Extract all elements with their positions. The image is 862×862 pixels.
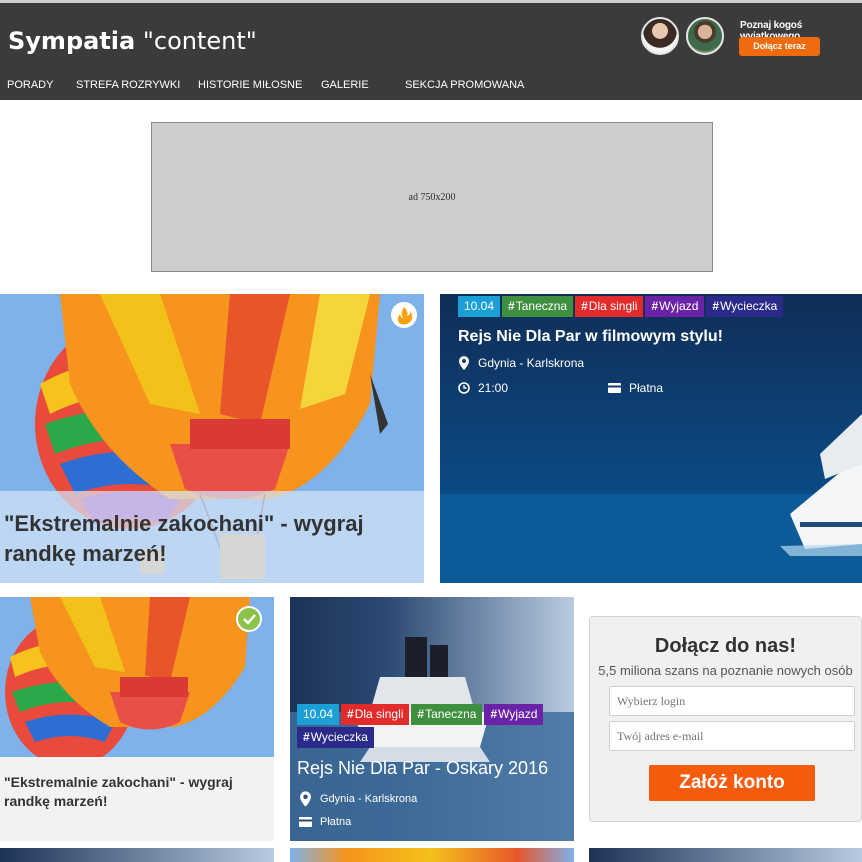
event-tag-label: Wycieczka [720, 299, 778, 313]
event-title[interactable]: Rejs Nie Dla Par w filmowym stylu! [458, 328, 723, 346]
event-tag[interactable]: #Taneczna [411, 704, 483, 725]
event-tag-label: Wyjazd [498, 707, 538, 721]
avatar-woman[interactable] [641, 17, 679, 55]
create-account-button[interactable]: Załóż konto [649, 765, 815, 801]
feature-caption-small: "Ekstremalnie zakochani" - wygraj randkę… [0, 757, 274, 841]
card-icon [608, 383, 621, 393]
nav-item-strefa-rozrywki[interactable]: STREFA ROZRYWKI [76, 79, 180, 91]
event-time-text: 21:00 [478, 381, 509, 395]
event-tile-bottom-left[interactable] [0, 848, 274, 862]
nav-item-sekcja-promowana[interactable]: SEKCJA PROMOWANA [405, 79, 524, 91]
event-time: 21:00 [458, 381, 508, 395]
hash-symbol: # [347, 707, 354, 721]
signup-title: Dołącz do nas! [654, 635, 797, 657]
join-now-button[interactable]: Dołącz teraz [739, 37, 820, 56]
site-header: Sympatia "content" Poznaj kogoś wyjątkow… [0, 0, 862, 100]
event-tag-label: Wyjazd [659, 299, 699, 313]
event-tile-bottom-right[interactable] [589, 848, 862, 862]
event-price: Płatna [608, 381, 663, 395]
flame-badge-icon [391, 302, 417, 328]
feature-title-small[interactable]: "Ekstremalnie zakochani" - wygraj randkę… [4, 773, 268, 811]
event-tag-label: Taneczna [515, 299, 568, 313]
avatar-man[interactable] [686, 17, 724, 55]
event-tag-label: 10.04 [303, 707, 334, 721]
page: Sympatia "content" Poznaj kogoś wyjątkow… [0, 0, 862, 862]
hash-symbol: # [712, 299, 720, 313]
hash-symbol: # [508, 299, 515, 313]
event-tag[interactable]: #Taneczna [502, 296, 574, 317]
main-nav: PORADY STREFA ROZRYWKI HISTORIE MIŁOSNE … [0, 79, 862, 93]
nav-item-porady[interactable]: PORADY [7, 79, 53, 91]
location-pin-icon [459, 356, 469, 370]
event-tag[interactable]: 10.04 [458, 296, 501, 317]
event-location: Gdynia - Karlskrona [458, 356, 584, 370]
brand-suffix: "content" [142, 27, 257, 55]
hash-symbol: # [417, 707, 425, 721]
event-price-text: Płatna [629, 381, 664, 395]
event-tag[interactable]: #Wycieczka [297, 727, 374, 748]
event-tags-small-row1: 10.04 #Dla singli #Taneczna #Wyjazd [297, 704, 544, 725]
event-tag-label: Wycieczka [310, 730, 368, 744]
ad-banner[interactable]: ad 750x200 [151, 122, 713, 272]
feature-title[interactable]: "Ekstremalnie zakochani" - wygraj randkę… [4, 509, 414, 569]
event-location-text: Gdynia - Karlskrona [478, 356, 585, 370]
hash-symbol: # [581, 299, 588, 313]
brand-name: Sympatia [8, 27, 136, 55]
check-badge-icon [236, 606, 262, 632]
event-tile-main[interactable]: 10.04 #Taneczna #Dla singli #Wyjazd #Wyciecz… [440, 294, 862, 583]
event-tile-small[interactable]: 10.04 #Dla singli #Taneczna #Wyjazd #Wyciec… [290, 597, 574, 841]
nav-item-galerie[interactable]: GALERIE [321, 79, 369, 91]
site-logo[interactable]: Sympatia "content" [8, 27, 257, 55]
ad-label: ad 750x200 [408, 192, 456, 203]
event-location-small: Gdynia - Karlskrona [299, 791, 417, 807]
login-field[interactable] [609, 686, 855, 716]
event-tags-small-row2: #Wycieczka [297, 727, 374, 748]
hash-symbol: # [490, 707, 498, 721]
event-tag[interactable]: #Dla singli [341, 704, 410, 725]
event-tag-label: Dla singli [354, 707, 404, 721]
event-tag-label: Taneczna [425, 707, 477, 721]
event-tag-label: 10.04 [464, 299, 495, 313]
balloon-image-small [5, 597, 250, 757]
event-tag[interactable]: 10.04 [297, 704, 340, 725]
nav-item-historie-milosne[interactable]: HISTORIE MIŁOSNE [198, 79, 302, 91]
event-tags: 10.04 #Taneczna #Dla singli #Wyjazd #Wyciecz… [458, 296, 784, 317]
event-price-text-small: Płatna [320, 816, 352, 828]
feature-tile-bottom-middle[interactable] [290, 848, 574, 862]
event-location-text-small: Gdynia - Karlskrona [320, 793, 418, 805]
signup-box: Dołącz do nas! 5,5 miliona szans na pozn… [589, 616, 862, 822]
event-tag[interactable]: #Wyjazd [645, 296, 705, 317]
event-tag[interactable]: #Dla singli [575, 296, 644, 317]
hash-symbol: # [651, 299, 659, 313]
event-title-small[interactable]: Rejs Nie Dla Par - Oskary 2016 [297, 758, 548, 779]
event-tag[interactable]: #Wycieczka [706, 296, 784, 317]
event-price-small: Płatna [299, 816, 351, 828]
event-tag[interactable]: #Wyjazd [484, 704, 544, 725]
feature-caption: "Ekstremalnie zakochani" - wygraj randkę… [0, 491, 424, 583]
hash-symbol: # [303, 730, 310, 744]
clock-icon [458, 382, 470, 394]
email-field[interactable] [609, 721, 855, 751]
feature-tile-main[interactable]: "Ekstremalnie zakochani" - wygraj randkę… [0, 294, 424, 583]
signup-subtitle: 5,5 miliona szans na poznanie nowych osó… [598, 663, 853, 678]
card-icon [299, 817, 312, 827]
location-pin-icon [300, 791, 311, 807]
event-tag-label: Dla singli [588, 299, 638, 313]
feature-tile-small[interactable]: "Ekstremalnie zakochani" - wygraj randkę… [0, 597, 274, 841]
